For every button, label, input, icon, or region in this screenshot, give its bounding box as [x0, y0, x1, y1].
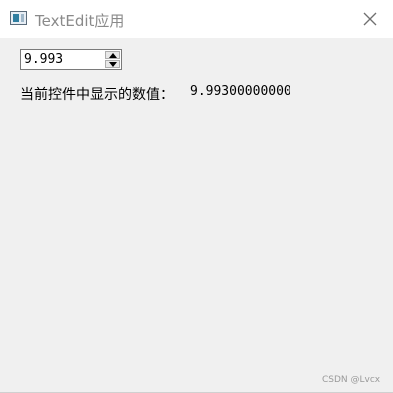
title-bar[interactable]: TextEdit应用	[0, 0, 393, 38]
spin-up-button[interactable]	[105, 51, 120, 59]
current-value-label: 当前控件中显示的数值：	[20, 87, 174, 103]
watermark: CSDN @Lvcx	[322, 375, 381, 385]
spinbox-buttons	[105, 51, 120, 68]
app-window-icon	[10, 11, 27, 25]
double-spinbox[interactable]: 9.993	[20, 49, 122, 70]
spin-down-button[interactable]	[105, 60, 120, 68]
triangle-up-icon	[109, 53, 117, 58]
close-button[interactable]	[355, 6, 385, 32]
app-window: TextEdit应用 9.993 当前控件中显示的数值： 9.993000000…	[0, 0, 393, 393]
window-title: TextEdit应用	[35, 12, 125, 30]
current-value-text: 9.9930000000000	[190, 84, 290, 99]
close-icon	[363, 12, 377, 26]
triangle-down-icon	[109, 62, 117, 67]
spinbox-value[interactable]: 9.993	[24, 52, 63, 67]
